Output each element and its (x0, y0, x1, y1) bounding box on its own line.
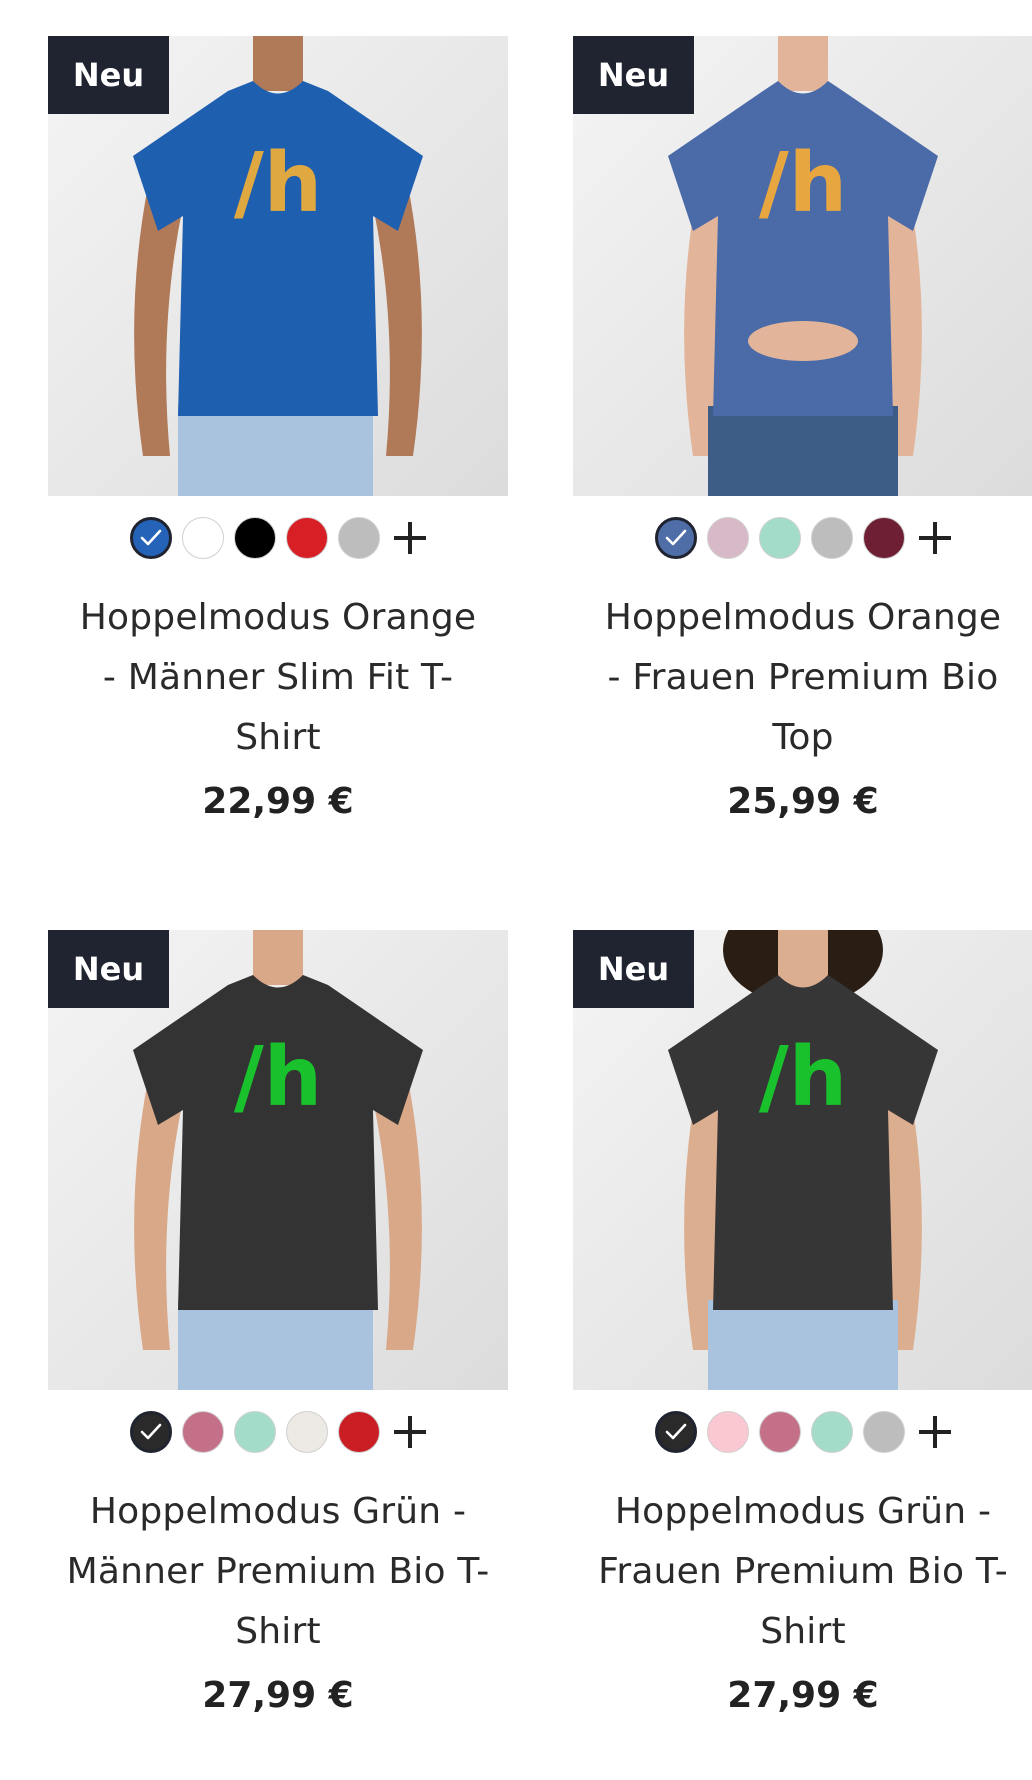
color-swatches (48, 1406, 508, 1458)
product-card[interactable]: /h Neu Hoppelmodus Grün - Männer Premium… (48, 930, 508, 1780)
color-swatch[interactable] (863, 517, 905, 559)
product-card[interactable]: /h Neu Hoppelmodus Orange - Frauen Premi… (573, 36, 1032, 886)
check-icon (140, 1423, 162, 1440)
new-badge: Neu (48, 930, 169, 1008)
product-title-line: Hoppelmodus Orange (604, 597, 1002, 638)
new-badge: Neu (573, 930, 694, 1008)
product-title[interactable]: Hoppelmodus Orange - Männer Slim Fit T- … (48, 588, 508, 768)
new-badge: Neu (48, 36, 169, 114)
product-title-line: Hoppelmodus Grün - (89, 1491, 467, 1532)
product-title-line: Shirt (760, 1611, 846, 1652)
check-icon (665, 1423, 687, 1440)
plus-icon[interactable] (914, 517, 956, 559)
color-swatch[interactable] (707, 517, 749, 559)
product-title-line: Shirt (235, 717, 321, 758)
color-swatch[interactable] (130, 517, 172, 559)
product-title-line: Männer Premium Bio T- (66, 1551, 490, 1592)
shirt-print: /h (234, 136, 322, 231)
color-swatch[interactable] (130, 1411, 172, 1453)
product-price: 27,99 € (202, 1675, 354, 1716)
color-swatches (573, 1406, 1032, 1458)
color-swatch[interactable] (759, 517, 801, 559)
check-icon (140, 529, 162, 546)
product-title[interactable]: Hoppelmodus Grün - Frauen Premium Bio T-… (573, 1482, 1032, 1662)
color-swatch[interactable] (182, 1411, 224, 1453)
product-price: 22,99 € (202, 781, 354, 822)
color-swatch[interactable] (182, 517, 224, 559)
product-title-line: Hoppelmodus Grün - (614, 1491, 992, 1532)
shirt-print: /h (234, 1030, 322, 1125)
color-swatch[interactable] (234, 1411, 276, 1453)
color-swatch[interactable] (234, 517, 276, 559)
color-swatches (48, 512, 508, 564)
product-title-line: Frauen Premium Bio T- (598, 1551, 1008, 1592)
product-title-line: - Männer Slim Fit T- (102, 657, 454, 698)
product-price: 27,99 € (727, 1675, 879, 1716)
product-card[interactable]: /h Neu Hoppelmodus Orange - Männer Slim … (48, 36, 508, 886)
plus-icon[interactable] (914, 1411, 956, 1453)
product-title-line: Shirt (235, 1611, 321, 1652)
color-swatch[interactable] (811, 1411, 853, 1453)
product-title-line: Hoppelmodus Orange (79, 597, 477, 638)
color-swatch[interactable] (707, 1411, 749, 1453)
color-swatch[interactable] (811, 517, 853, 559)
shirt-print: /h (759, 136, 847, 231)
color-swatch[interactable] (863, 1411, 905, 1453)
color-swatches (573, 512, 1032, 564)
product-title[interactable]: Hoppelmodus Orange - Frauen Premium Bio … (573, 588, 1032, 768)
color-swatch[interactable] (338, 517, 380, 559)
product-price: 25,99 € (727, 781, 879, 822)
color-swatch[interactable] (759, 1411, 801, 1453)
color-swatch[interactable] (655, 1411, 697, 1453)
color-swatch[interactable] (286, 517, 328, 559)
new-badge: Neu (573, 36, 694, 114)
color-swatch[interactable] (338, 1411, 380, 1453)
shirt-print: /h (759, 1030, 847, 1125)
product-title-line: - Frauen Premium Bio (607, 657, 999, 698)
plus-icon[interactable] (389, 517, 431, 559)
check-icon (665, 529, 687, 546)
color-swatch[interactable] (655, 517, 697, 559)
color-swatch[interactable] (286, 1411, 328, 1453)
product-title-line: Top (772, 717, 834, 758)
plus-icon[interactable] (389, 1411, 431, 1453)
product-title[interactable]: Hoppelmodus Grün - Männer Premium Bio T-… (48, 1482, 508, 1662)
product-card[interactable]: /h Neu Hoppelmodus Grün - Frauen Premium… (573, 930, 1032, 1780)
